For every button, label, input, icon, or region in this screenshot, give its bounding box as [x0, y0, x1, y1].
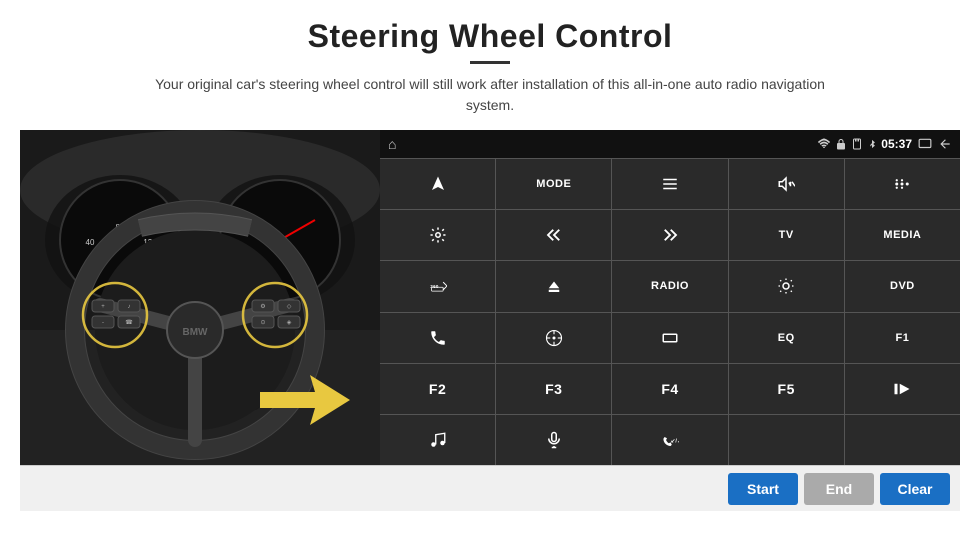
status-right: 05:37: [817, 137, 952, 151]
btn-mode[interactable]: MODE: [496, 159, 611, 209]
content-row: 80 120 40 BMW: [20, 130, 960, 465]
status-left: ⌂: [388, 136, 396, 152]
subtitle: Your original car's steering wheel contr…: [140, 74, 840, 116]
btn-eject[interactable]: [496, 261, 611, 311]
btn-next[interactable]: [612, 210, 727, 260]
screen-icon: [916, 137, 934, 151]
back-icon[interactable]: [938, 137, 952, 151]
btn-dvd[interactable]: DVD: [845, 261, 960, 311]
start-button[interactable]: Start: [728, 473, 798, 505]
btn-eq[interactable]: EQ: [729, 313, 844, 363]
btn-tv[interactable]: TV: [729, 210, 844, 260]
bottom-bar: Start End Clear: [20, 465, 960, 511]
btn-f1[interactable]: F1: [845, 313, 960, 363]
android-ui: ⌂: [380, 130, 960, 465]
btn-f3[interactable]: F3: [496, 364, 611, 414]
btn-list[interactable]: [612, 159, 727, 209]
svg-text:⊙: ⊙: [260, 320, 265, 326]
btn-empty-2: [845, 415, 960, 465]
button-grid: MODE TV: [380, 158, 960, 465]
btn-volphone[interactable]: ↙/↗: [612, 415, 727, 465]
wifi-icon: [817, 137, 831, 151]
btn-f5[interactable]: F5: [729, 364, 844, 414]
sdcard-icon: [851, 137, 863, 151]
svg-text:BMW: BMW: [183, 327, 209, 338]
svg-text:-: -: [102, 320, 104, 326]
btn-media[interactable]: MEDIA: [845, 210, 960, 260]
btn-f4[interactable]: F4: [612, 364, 727, 414]
btn-empty-1: [729, 415, 844, 465]
btn-rect[interactable]: [612, 313, 727, 363]
btn-prev[interactable]: [496, 210, 611, 260]
wheel-image: 80 120 40 BMW: [20, 130, 380, 465]
svg-text:↙/↗: ↙/↗: [671, 438, 679, 444]
svg-text:☎: ☎: [125, 319, 133, 326]
btn-phone[interactable]: [380, 313, 495, 363]
lock-icon: [835, 137, 847, 151]
btn-mic[interactable]: [496, 415, 611, 465]
page-container: Steering Wheel Control Your original car…: [0, 0, 980, 544]
btn-settings[interactable]: [380, 210, 495, 260]
btn-dots[interactable]: [845, 159, 960, 209]
btn-navi[interactable]: [496, 313, 611, 363]
svg-text:◈: ◈: [287, 320, 292, 326]
svg-text:⚙: ⚙: [260, 303, 265, 310]
clear-button[interactable]: Clear: [880, 473, 950, 505]
end-button[interactable]: End: [804, 473, 874, 505]
page-title: Steering Wheel Control: [308, 18, 673, 55]
btn-playpause[interactable]: [845, 364, 960, 414]
btn-nav[interactable]: [380, 159, 495, 209]
svg-text:+: +: [101, 304, 105, 310]
bluetooth-icon: [867, 137, 877, 151]
btn-f2[interactable]: F2: [380, 364, 495, 414]
svg-text:♪: ♪: [128, 304, 131, 310]
home-icon[interactable]: ⌂: [388, 136, 396, 152]
svg-text:40: 40: [86, 238, 95, 247]
status-time: 05:37: [881, 137, 912, 151]
btn-brightness[interactable]: [729, 261, 844, 311]
btn-radio[interactable]: RADIO: [612, 261, 727, 311]
status-bar: ⌂: [380, 130, 960, 158]
title-divider: [470, 61, 510, 64]
btn-360cam[interactable]: 360: [380, 261, 495, 311]
btn-mute[interactable]: [729, 159, 844, 209]
svg-text:◇: ◇: [287, 304, 292, 310]
btn-music[interactable]: [380, 415, 495, 465]
